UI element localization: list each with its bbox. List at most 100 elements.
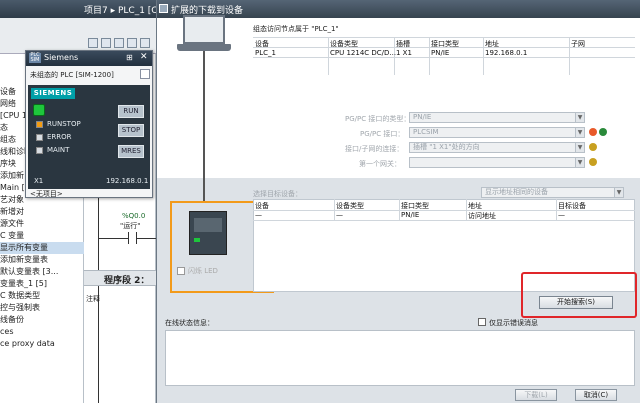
plcsim-title-bar[interactable]: PLC SIM Siemens ⊞ ✕ (26, 51, 152, 66)
col-device: 设备 (255, 40, 269, 48)
plcsim-title: Siemens (44, 53, 79, 62)
row-slot: 1 X1 (396, 49, 412, 57)
col-device-type: 设备类型 (330, 40, 358, 48)
go-offline-icon[interactable] (101, 38, 111, 48)
pin-icon[interactable]: ⊞ (126, 53, 133, 62)
pgpc-interface-value: PLCSIM (413, 128, 439, 136)
pgpc-type-select[interactable]: PN/IE ▼ (409, 112, 585, 123)
subnet-connection-value: 插槽 "1 X1"处的方向 (413, 143, 480, 151)
error-label: ERROR (47, 133, 72, 141)
flash-led-checkbox[interactable] (177, 267, 185, 275)
tree-item[interactable]: 默认变量表 [3... (0, 266, 84, 278)
plcsim-project-status: <无项目> (30, 190, 63, 198)
runstop-led (36, 121, 43, 128)
target-row-device-type[interactable]: — (336, 211, 343, 219)
properties-icon[interactable] (589, 128, 597, 136)
expand-view-icon[interactable] (140, 69, 150, 79)
dialog-title-bar[interactable]: 扩展的下载到设备 (157, 0, 640, 18)
contact-left (128, 232, 129, 244)
siemens-brand: SIEMENS (31, 88, 75, 99)
row-address: 192.168.0.1 (485, 49, 528, 57)
target-col-address: 地址 (468, 202, 482, 210)
target-grid-line (253, 220, 635, 221)
download-icon[interactable] (140, 38, 150, 48)
download-button[interactable]: 下载(L) (515, 389, 557, 401)
target-row-interface-type[interactable]: PN/IE (401, 211, 419, 219)
gateway-status-icon (589, 158, 597, 166)
row-device-type: CPU 1214C DC/D... (330, 49, 397, 57)
chevron-down-icon: ▼ (575, 113, 584, 122)
target-filter-select[interactable]: 显示地址相同的设备 ▼ (481, 187, 624, 198)
plc-status-led (194, 238, 200, 242)
online-status-list (165, 330, 635, 386)
cancel-button[interactable]: 取消(C) (575, 389, 617, 401)
extended-download-dialog: 扩展的下载到设备 闪烁 LED 组态访问节点属于 "PLC_1" 设备 设备类型… (156, 0, 640, 403)
config-col-sep (483, 37, 484, 75)
pgpc-interface-select[interactable]: PLCSIM ▼ (409, 127, 585, 138)
row-device: PLC_1 (255, 49, 276, 57)
subnet-connection-select[interactable]: 插槽 "1 X1"处的方向 ▼ (409, 142, 585, 153)
plc-device-icon (189, 211, 227, 255)
close-icon[interactable]: ✕ (140, 52, 148, 62)
network-2-header[interactable]: 程序段 2： (84, 270, 156, 286)
show-errors-label: 仅显示错误消息 (489, 319, 538, 327)
config-col-sep (429, 37, 430, 75)
first-gateway-label: 第一个网关： (359, 160, 401, 168)
tree-item[interactable]: 源文件 (0, 218, 84, 230)
target-row-device[interactable]: — (255, 211, 262, 219)
show-errors-checkbox[interactable] (478, 318, 486, 326)
first-gateway-select[interactable]: ▼ (409, 157, 585, 168)
online-status-caption: 在线状态信息： (165, 319, 214, 327)
network-2-label: 程序段 2： (104, 276, 150, 286)
row-interface-type: PN/IE (431, 49, 450, 57)
config-grid-line (253, 37, 635, 38)
target-col-sep (556, 199, 557, 221)
chevron-down-icon: ▼ (575, 128, 584, 137)
target-row-target[interactable]: — (558, 211, 565, 219)
target-caption: 选择目标设备： (253, 190, 302, 198)
error-led (36, 134, 43, 141)
target-col-sep (466, 199, 467, 221)
plc-front-panel (194, 218, 222, 232)
monitor-icon[interactable] (114, 38, 124, 48)
plcsim-window: PLC SIM Siemens ⊞ ✕ 未组态的 PLC [SIM-1200] S… (25, 50, 153, 198)
tree-item[interactable]: 显示所有变量 (0, 242, 84, 254)
tree-item[interactable]: 变量表_1 [5] (0, 278, 84, 290)
col-address: 地址 (485, 40, 499, 48)
chevron-down-icon: ▼ (575, 158, 584, 167)
config-grid-line (253, 57, 635, 58)
plcsim-subtitle: 未组态的 PLC [SIM-1200] (30, 71, 114, 79)
compile-icon[interactable] (127, 38, 137, 48)
tree-item[interactable]: 新增对 (0, 206, 84, 218)
go-online-icon[interactable] (88, 38, 98, 48)
download-dialog-icon (159, 4, 168, 13)
search-highlight-annotation (521, 272, 637, 318)
tree-item[interactable]: 控与强制表 (0, 302, 84, 314)
contact-name: "运行" (120, 222, 141, 230)
stop-button[interactable]: STOP (118, 124, 144, 137)
tree-item[interactable]: ces (0, 326, 84, 338)
target-col-sep (399, 199, 400, 221)
start-search-button[interactable]: 开始搜索(S) (539, 296, 613, 309)
power-icon[interactable] (33, 104, 45, 116)
connection-status-icon (589, 143, 597, 151)
col-interface-type: 接口类型 (431, 40, 459, 48)
config-col-sep (328, 37, 329, 75)
tree-item[interactable]: C 变量 (0, 230, 84, 242)
refresh-icon[interactable] (599, 128, 607, 136)
run-button[interactable]: RUN (118, 105, 144, 118)
target-row-address[interactable]: 访问地址 (468, 211, 496, 221)
pg-pc-icon (183, 15, 225, 44)
tree-item[interactable]: 添加新变量表 (0, 254, 84, 266)
pgpc-type-value: PN/IE (413, 113, 432, 121)
target-col-target: 目标设备 (558, 202, 586, 210)
target-col-sep (334, 199, 335, 221)
configured-caption: 组态访问节点属于 "PLC_1" (253, 25, 339, 33)
tree-item[interactable]: 线备份 (0, 314, 84, 326)
target-col-device-type: 设备类型 (336, 202, 364, 210)
mres-button[interactable]: MRES (118, 145, 144, 158)
plcsim-logo-icon: PLC SIM (29, 52, 41, 63)
tree-item[interactable]: ce proxy data (0, 338, 84, 350)
tree-item[interactable]: C 数据类型 (0, 290, 84, 302)
background-toolbar (0, 18, 160, 54)
